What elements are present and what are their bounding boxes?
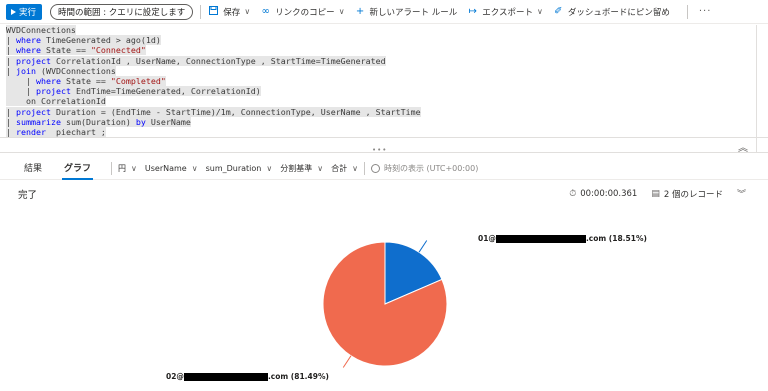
chevron-down-icon: ∨ [338, 7, 345, 16]
slice-label-suffix: .com (81.49%) [267, 372, 329, 381]
code-line: | render piechart ; [6, 126, 106, 137]
status-bar: 完了 ⏱ 00:00:00.361 ▤ 2 個のレコード ︾ [0, 181, 768, 205]
slice-label-suffix: .com (18.51%) [585, 234, 647, 243]
chevron-down-icon: ∨ [244, 7, 251, 16]
code-line: | where State == "Connected" [6, 45, 146, 56]
code-line: | where State == "Completed" [6, 75, 166, 86]
chevron-down-icon: ∨ [191, 164, 198, 173]
plus-icon: + [355, 6, 365, 17]
records-icon: ▤ [651, 188, 660, 199]
redaction-bar [495, 234, 586, 243]
timer-icon: ⏱ [569, 188, 577, 199]
code-line: | where TimeGenerated > ago(1d) [6, 35, 161, 46]
options-divider [111, 162, 113, 175]
copy-link-label: リンクのコピー [275, 7, 335, 18]
slice-label-prefix: 01@ [478, 234, 496, 243]
save-label: 保存 [223, 7, 241, 18]
save-button[interactable]: 保存 ∨ [208, 5, 251, 18]
new-alert-rule-button[interactable]: + 新しいアラート ルール [355, 6, 458, 18]
chevron-down-icon: ∨ [131, 164, 137, 173]
code-line: WVDConnections [6, 25, 76, 35]
more-options-button[interactable]: ··· [699, 6, 712, 17]
chevron-down-icon: ∨ [537, 7, 543, 16]
y-column-value: sum_Duration [205, 164, 262, 173]
expand-chevron-icon[interactable]: ︾ [737, 187, 746, 200]
x-column-value: UserName [144, 164, 187, 173]
resize-handle[interactable]: ••• [372, 146, 387, 154]
copy-link-button[interactable]: ∞ リンクのコピー ∨ [260, 6, 345, 18]
query-status: 完了 [18, 190, 38, 201]
pie-chart-svg [322, 240, 448, 368]
time-display-dropdown[interactable]: 時刻の表示 (UTC+00:00) [370, 163, 479, 174]
x-column-dropdown[interactable]: UserName ∨ [145, 164, 198, 173]
aggregation-dropdown[interactable]: 合計 ∨ [331, 163, 358, 174]
play-icon [11, 8, 16, 15]
code-line: | project EndTime=TimeGenerated, Correla… [6, 86, 261, 97]
time-range-button[interactable]: 時間の範囲 : クエリに設定します [50, 3, 194, 20]
code-line: on CorrelationId [6, 96, 106, 107]
collapse-editor-icon[interactable]: ︽ [738, 139, 748, 154]
slice-label-prefix: 02@ [166, 372, 184, 381]
query-duration: 00:00:00.361 [580, 188, 638, 199]
slice-label-2: 02@ .com (81.49%) [166, 372, 329, 381]
y-column-dropdown[interactable]: sum_Duration ∨ [206, 164, 273, 173]
toolbar-divider [200, 4, 202, 19]
query-toolbar: 実行 時間の範囲 : クエリに設定します 保存 ∨ ∞ リンクのコピー ∨ + … [0, 0, 768, 24]
code-line: | project Duration = (EndTime - StartTim… [6, 106, 421, 117]
toolbar-divider [686, 4, 688, 19]
pin-label: ダッシュボードにピン留め [567, 7, 670, 18]
leader-line-1 [418, 240, 428, 253]
pie-chart: 01@ .com (18.51%) 02@ .com (81.49%) [0, 206, 768, 391]
pin-to-dashboard-button[interactable]: ✐ ダッシュボードにピン留め [553, 6, 670, 18]
redaction-bar [183, 372, 268, 381]
editor-scrollbar[interactable] [756, 25, 768, 153]
code-line: | join (WVDConnections [6, 65, 116, 76]
export-label: エクスポート [482, 7, 533, 18]
time-range-label: 時間の範囲 : クエリに設定します [58, 7, 186, 18]
run-label: 実行 [19, 7, 37, 18]
result-tabs: 結果 グラフ 円 ∨ UserName ∨ sum_Duration ∨ 分割基準 ∨ … [0, 158, 768, 180]
leader-line-2 [342, 355, 352, 368]
chart-type-value: 円 [118, 164, 127, 173]
record-count: 2 個のレコード [663, 189, 723, 200]
code-line: | summarize sum(Duration) by UserName [6, 116, 191, 127]
time-display-value: 時刻の表示 (UTC+00:00) [383, 164, 479, 173]
chevron-down-icon: ∨ [266, 164, 273, 173]
pin-icon: ✐ [554, 6, 563, 17]
run-button[interactable]: 実行 [6, 3, 43, 20]
split-by-value: 分割基準 [280, 164, 313, 173]
export-icon: ↦ [468, 6, 477, 17]
chart-type-dropdown[interactable]: 円 ∨ [118, 163, 137, 174]
split-by-dropdown[interactable]: 分割基準 ∨ [280, 163, 323, 174]
link-icon: ∞ [261, 6, 270, 17]
tab-results[interactable]: 結果 [24, 158, 42, 180]
options-divider [363, 162, 365, 175]
slice-label-1: 01@ .com (18.51%) [478, 234, 647, 243]
chevron-down-icon: ∨ [352, 164, 358, 173]
clock-icon [370, 164, 380, 173]
query-editor[interactable]: WVDConnections | where TimeGenerated > a… [0, 25, 768, 153]
query-stats: ⏱ 00:00:00.361 ▤ 2 個のレコード ︾ [569, 187, 750, 201]
query-code[interactable]: WVDConnections | where TimeGenerated > a… [6, 25, 421, 137]
code-line: | project CorrelationId , UserName, Conn… [6, 55, 386, 66]
export-button[interactable]: ↦ エクスポート ∨ [467, 6, 543, 18]
save-icon [208, 5, 219, 18]
chevron-down-icon: ∨ [317, 164, 324, 173]
aggregation-value: 合計 [331, 164, 348, 173]
tab-chart[interactable]: グラフ [62, 158, 94, 180]
new-alert-label: 新しいアラート ルール [369, 7, 458, 18]
